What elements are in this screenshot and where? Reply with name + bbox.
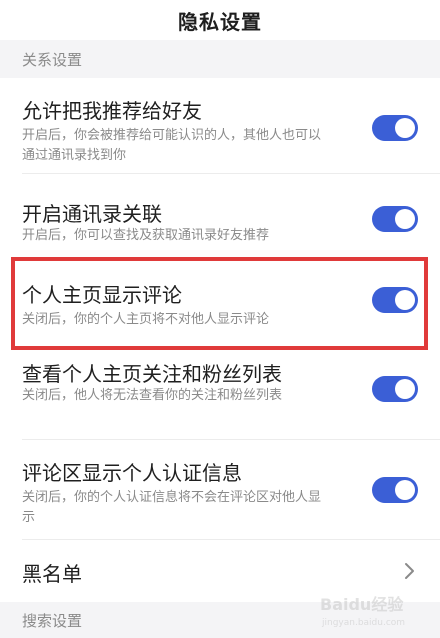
setting-title: 个人主页显示评论	[22, 283, 182, 307]
setting-description: 关闭后，你的个人认证信息将不会在评论区对他人显示	[22, 490, 322, 525]
setting-title: 允许把我推荐给好友	[22, 99, 202, 123]
setting-description: 关闭后，你的个人主页将不对他人显示评论	[22, 312, 270, 327]
toggle-knob	[395, 118, 415, 138]
svg-text:Baidu经验: Baidu经验	[320, 595, 404, 614]
setting-title: 查看个人主页关注和粉丝列表	[22, 362, 282, 386]
setting-row-recommend-to-friends[interactable]: 允许把我推荐给好友 开启后，你会被推荐给可能认识的人，其他人也可以通过通讯录找到…	[0, 78, 440, 174]
setting-row-certification-info[interactable]: 评论区显示个人认证信息 关闭后，你的个人认证信息将不会在评论区对他人显示	[0, 440, 440, 540]
setting-row-contacts-link[interactable]: 开启通讯录关联 开启后，你可以查找及获取通讯录好友推荐	[0, 174, 440, 254]
section-header-relation: 关系设置	[0, 40, 440, 78]
toggle-switch[interactable]	[372, 206, 418, 232]
svg-text:jingyan.baidu.com: jingyan.baidu.com	[321, 618, 405, 628]
toggle-switch[interactable]	[372, 376, 418, 402]
toggle-knob	[395, 480, 415, 500]
setting-row-show-comments[interactable]: 个人主页显示评论 关闭后，你的个人主页将不对他人显示评论	[0, 258, 440, 350]
setting-description: 关闭后，他人将无法查看你的关注和粉丝列表	[22, 388, 283, 403]
page-header: 隐私设置	[0, 0, 440, 40]
setting-title: 开启通讯录关联	[22, 202, 162, 226]
setting-description: 开启后，你可以查找及获取通讯录好友推荐	[22, 228, 270, 243]
toggle-switch[interactable]	[372, 115, 418, 141]
toggle-knob	[395, 209, 415, 229]
setting-title: 评论区显示个人认证信息	[22, 461, 242, 485]
toggle-knob	[395, 290, 415, 310]
section-label: 关系设置	[22, 50, 83, 69]
setting-row-follow-fans-list[interactable]: 查看个人主页关注和粉丝列表 关闭后，他人将无法查看你的关注和粉丝列表	[0, 350, 440, 440]
page-title: 隐私设置	[178, 9, 262, 34]
toggle-knob	[395, 379, 415, 399]
section-label: 搜索设置	[22, 611, 83, 630]
setting-description: 开启后，你会被推荐给可能认识的人，其他人也可以通过通讯录找到你	[22, 128, 322, 163]
blacklist-label: 黑名单	[22, 562, 82, 586]
chevron-right-icon	[405, 563, 414, 579]
toggle-switch[interactable]	[372, 477, 418, 503]
baidu-jingyan-watermark: Baidu经验 jingyan.baidu.com	[320, 595, 405, 628]
toggle-switch[interactable]	[372, 287, 418, 313]
